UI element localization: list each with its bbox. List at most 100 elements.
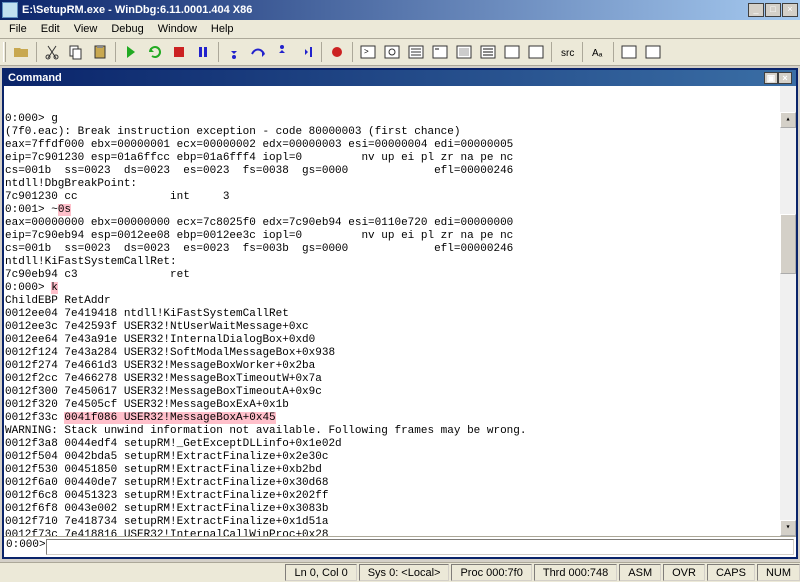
minimize-button[interactable]: _	[748, 3, 764, 17]
svg-text:src: src	[561, 48, 574, 59]
callstack-window-icon[interactable]	[477, 41, 499, 63]
output-line: 0012f124 7e43a284 USER32!SoftModalMessag…	[5, 347, 795, 360]
output-line: 0012f3a8 0044edf4 setupRM!_GetExceptDLLi…	[5, 438, 795, 451]
command-input[interactable]	[46, 539, 794, 555]
break-icon[interactable]	[192, 41, 214, 63]
options-icon[interactable]	[618, 41, 640, 63]
separator	[352, 42, 353, 62]
font-icon[interactable]: Aₐ	[587, 41, 609, 63]
locals-window-icon[interactable]	[405, 41, 427, 63]
command-output[interactable]: 0:000> g(7f0.eac): Break instruction exc…	[4, 86, 796, 536]
restart-icon[interactable]	[144, 41, 166, 63]
output-line: cs=001b ss=0023 ds=0023 es=0023 fs=0038 …	[5, 165, 795, 178]
scroll-down-button[interactable]: ▾	[780, 520, 796, 536]
status-ovr: OVR	[663, 564, 705, 581]
output-line: cs=001b ss=0023 ds=0023 es=0023 fs=003b …	[5, 243, 795, 256]
highlight: 0041f086 USER32!MessageBoxA+0x45	[64, 412, 275, 424]
status-proc: Proc 000:7f0	[451, 564, 531, 581]
output-line: eip=7c90eb94 esp=0012ee08 ebp=0012ee3c i…	[5, 230, 795, 243]
status-ln-col: Ln 0, Col 0	[285, 564, 356, 581]
menu-window[interactable]: Window	[151, 21, 204, 37]
separator	[115, 42, 116, 62]
status-caps: CAPS	[707, 564, 755, 581]
toolbar: > src Aₐ	[0, 39, 800, 66]
highlight: 0s	[58, 204, 71, 216]
registers-window-icon[interactable]	[429, 41, 451, 63]
scroll-thumb[interactable]	[780, 214, 796, 274]
menu-edit[interactable]: Edit	[34, 21, 67, 37]
run-to-cursor-icon[interactable]	[295, 41, 317, 63]
copy-icon[interactable]	[65, 41, 87, 63]
command-prompt: 0:000>	[6, 539, 46, 555]
status-asm: ASM	[619, 564, 661, 581]
output-line: 0012f6a0 00440de7 setupRM!ExtractFinaliz…	[5, 477, 795, 490]
output-line: eax=00000000 ebx=00000000 ecx=7c8025f0 e…	[5, 217, 795, 230]
cut-icon[interactable]	[41, 41, 63, 63]
status-num: NUM	[757, 564, 800, 581]
toolbar-grip[interactable]	[3, 42, 6, 62]
output-line: 7c90eb94 c3 ret	[5, 269, 795, 282]
vertical-scrollbar[interactable]: ▴ ▾	[780, 86, 796, 536]
output-line: (7f0.eac): Break instruction exception -…	[5, 126, 795, 139]
scroll-up-button[interactable]: ▴	[780, 112, 796, 128]
close-button[interactable]: ×	[782, 3, 798, 17]
step-over-icon[interactable]	[247, 41, 269, 63]
paste-icon[interactable]	[89, 41, 111, 63]
output-line: eip=7c901230 esp=01a6ffcc ebp=01a6fff4 i…	[5, 152, 795, 165]
step-into-icon[interactable]	[223, 41, 245, 63]
separator	[321, 42, 322, 62]
separator	[582, 42, 583, 62]
menu-view[interactable]: View	[67, 21, 105, 37]
status-thrd: Thrd 000:748	[534, 564, 617, 581]
output-line: 0012f504 0042bda5 setupRM!ExtractFinaliz…	[5, 451, 795, 464]
command-window: Command ▣ × 0:000> g(7f0.eac): Break ins…	[2, 68, 798, 559]
highlight: k	[51, 282, 58, 294]
command-dock-button[interactable]: ▣	[764, 72, 778, 84]
status-message	[2, 564, 283, 581]
go-icon[interactable]	[120, 41, 142, 63]
separator	[218, 42, 219, 62]
output-line: 0012f6f8 0043e002 setupRM!ExtractFinaliz…	[5, 503, 795, 516]
output-line: eax=7ffdf000 ebx=00000001 ecx=00000002 e…	[5, 139, 795, 152]
menu-debug[interactable]: Debug	[104, 21, 150, 37]
command-title-text: Command	[8, 72, 764, 84]
svg-text:Aₐ: Aₐ	[592, 48, 603, 59]
open-icon[interactable]	[10, 41, 32, 63]
menu-file[interactable]: File	[2, 21, 34, 37]
output-line: 0012f33c 0041f086 USER32!MessageBoxA+0x4…	[5, 412, 795, 425]
disasm-window-icon[interactable]	[501, 41, 523, 63]
window-options-icon[interactable]	[642, 41, 664, 63]
window-title: E:\SetupRM.exe - WinDbg:6.11.0001.404 X8…	[22, 4, 748, 16]
breakpoint-icon[interactable]	[326, 41, 348, 63]
output-line: 0012f300 7e450617 USER32!MessageBoxTimeo…	[5, 386, 795, 399]
svg-text:>: >	[364, 47, 369, 56]
output-line: 0:000> k	[5, 282, 795, 295]
watch-window-icon[interactable]	[381, 41, 403, 63]
statusbar: Ln 0, Col 0 Sys 0: <Local> Proc 000:7f0 …	[0, 562, 800, 582]
memory-window-icon[interactable]	[453, 41, 475, 63]
output-line: 0012f710 7e418734 setupRM!ExtractFinaliz…	[5, 516, 795, 529]
menu-help[interactable]: Help	[204, 21, 241, 37]
titlebar: E:\SetupRM.exe - WinDbg:6.11.0001.404 X8…	[0, 0, 800, 20]
scratch-window-icon[interactable]	[525, 41, 547, 63]
maximize-button[interactable]: □	[765, 3, 781, 17]
output-line: 0012ee04 7e419418 ntdll!KiFastSystemCall…	[5, 308, 795, 321]
command-close-button[interactable]: ×	[778, 72, 792, 84]
command-window-icon[interactable]: >	[357, 41, 379, 63]
menubar: File Edit View Debug Window Help	[0, 20, 800, 39]
source-mode-icon[interactable]: src	[556, 41, 578, 63]
status-sys: Sys 0: <Local>	[359, 564, 450, 581]
separator	[613, 42, 614, 62]
separator	[36, 42, 37, 62]
step-out-icon[interactable]	[271, 41, 293, 63]
command-titlebar[interactable]: Command ▣ ×	[4, 70, 796, 86]
output-line: 0012f530 00451850 setupRM!ExtractFinaliz…	[5, 464, 795, 477]
output-line: 7c901230 cc int 3	[5, 191, 795, 204]
output-line: 0012ee64 7e43a91e USER32!InternalDialogB…	[5, 334, 795, 347]
output-line: 0012f73c 7e418816 USER32!InternalCallWin…	[5, 529, 795, 536]
separator	[551, 42, 552, 62]
output-line: 0:000> g	[5, 113, 795, 126]
output-line: 0012f2cc 7e466278 USER32!MessageBoxTimeo…	[5, 373, 795, 386]
output-line: 0:001> ~0s	[5, 204, 795, 217]
stop-icon[interactable]	[168, 41, 190, 63]
